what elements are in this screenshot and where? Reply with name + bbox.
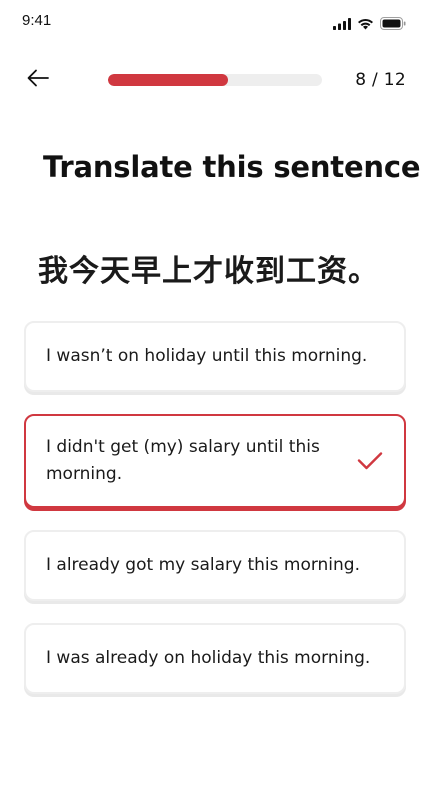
answer-option[interactable]: I wasn’t on holiday until this morning. bbox=[24, 321, 406, 392]
status-bar: 9:41 bbox=[0, 0, 430, 44]
answer-option-text: I already got my salary this morning. bbox=[46, 555, 361, 575]
check-icon bbox=[356, 447, 384, 475]
answer-option-selected[interactable]: I didn't get (my) salary until this morn… bbox=[24, 414, 406, 508]
progress-bar bbox=[108, 74, 322, 86]
answer-option-text: I was already on holiday this morning. bbox=[46, 648, 371, 668]
progress-fill bbox=[108, 74, 228, 86]
answer-option[interactable]: I was already on holiday this morning. bbox=[24, 623, 406, 694]
back-arrow-icon bbox=[27, 69, 49, 91]
status-icons bbox=[333, 15, 406, 34]
battery-icon bbox=[380, 15, 406, 34]
quiz-header: 8 / 12 bbox=[0, 60, 430, 100]
answer-options: I wasn’t on holiday until this morning. … bbox=[24, 321, 406, 716]
page-title: Translate this sentence bbox=[43, 150, 421, 184]
status-time: 9:41 bbox=[22, 12, 52, 29]
answer-option-text: I wasn’t on holiday until this morning. bbox=[46, 346, 368, 366]
signal-icon bbox=[333, 15, 351, 34]
answer-option[interactable]: I already got my salary this morning. bbox=[24, 530, 406, 601]
answer-option-text: I didn't get (my) salary until this morn… bbox=[46, 437, 320, 484]
back-button[interactable] bbox=[24, 68, 52, 92]
prompt-sentence: 我今天早上才收到工资。 bbox=[38, 254, 379, 289]
wifi-icon bbox=[357, 15, 374, 34]
progress-counter: 8 / 12 bbox=[355, 70, 406, 90]
